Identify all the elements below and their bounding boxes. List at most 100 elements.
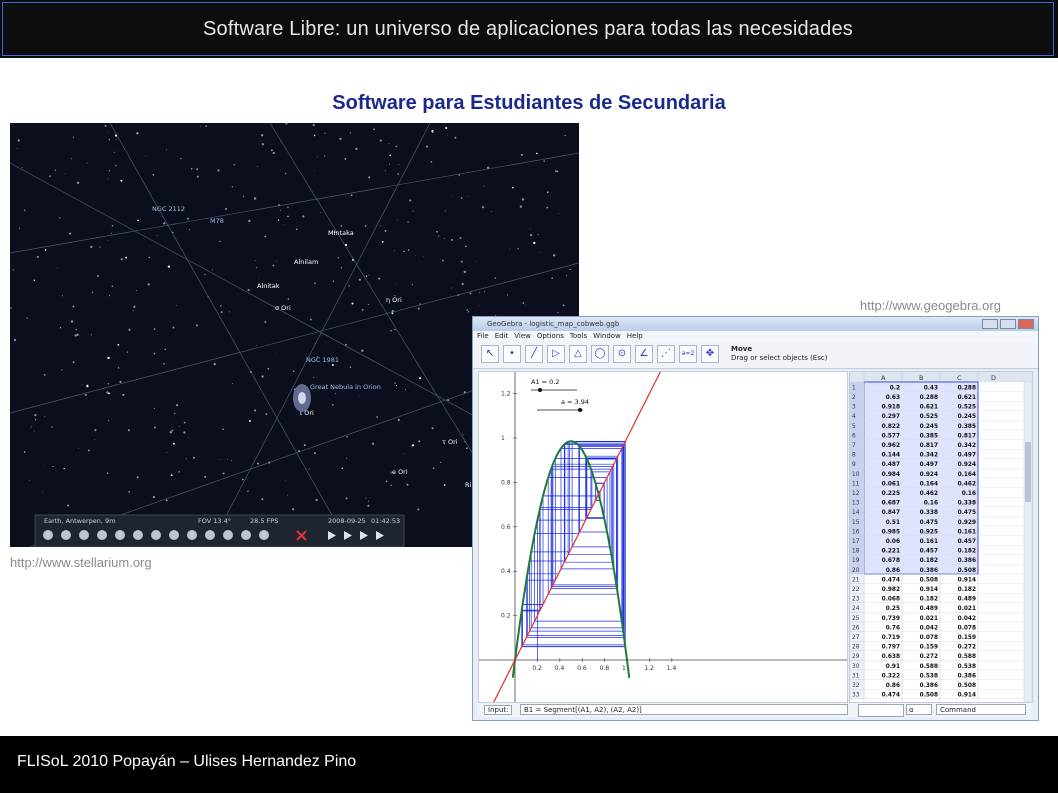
row-number[interactable]: 15 [852, 520, 860, 526]
row-number[interactable]: 26 [852, 625, 860, 631]
spreadsheet-cell[interactable]: 0.322 [882, 673, 900, 679]
spreadsheet-cell[interactable]: 0.338 [920, 510, 938, 516]
spreadsheet-cell[interactable]: 0.475 [920, 520, 938, 526]
spreadsheet-cell[interactable]: 0.16 [924, 501, 938, 507]
spreadsheet-cell[interactable]: 0.159 [920, 645, 938, 651]
row-number[interactable]: 19 [852, 558, 860, 564]
row-number[interactable]: 16 [852, 529, 860, 535]
row-number[interactable]: 9 [852, 462, 856, 468]
row-number[interactable]: 11 [852, 481, 860, 487]
spreadsheet-cell[interactable]: 0.042 [958, 616, 976, 622]
spreadsheet-cell[interactable]: 0.51 [886, 520, 900, 526]
spreadsheet-cell[interactable]: 0.342 [920, 453, 938, 459]
stellarium-tool-icon[interactable] [79, 530, 89, 540]
column-header[interactable]: A [881, 374, 886, 382]
spreadsheet-cell[interactable]: 0.621 [958, 395, 976, 401]
spreadsheet-cell[interactable]: 0.182 [958, 587, 976, 593]
spreadsheet-cell[interactable]: 0.508 [958, 683, 976, 689]
spreadsheet-cell[interactable]: 0.2 [890, 385, 900, 391]
spreadsheet-cell[interactable]: 0.822 [882, 424, 900, 430]
spreadsheet-cell[interactable]: 0.687 [882, 501, 900, 507]
stellarium-tool-icon[interactable] [133, 530, 143, 540]
spreadsheet-cell[interactable]: 0.678 [882, 558, 900, 564]
stellarium-tool-icon[interactable] [205, 530, 215, 540]
spreadsheet-cell[interactable]: 0.982 [882, 587, 900, 593]
spreadsheet-grid[interactable]: A B C D1 0.2 0.43 0.2882 0.63 0.288 0.6213 0.918 0.… [850, 372, 1032, 702]
spreadsheet-cell[interactable]: 0.924 [920, 472, 938, 478]
row-number[interactable]: 5 [852, 424, 856, 430]
spreadsheet-cell[interactable]: 0.739 [882, 616, 900, 622]
spreadsheet-cell[interactable]: 0.25 [886, 606, 900, 612]
spreadsheet-cell[interactable]: 0.985 [882, 529, 900, 535]
spreadsheet-cell[interactable]: 0.042 [920, 625, 938, 631]
spreadsheet-cell[interactable]: 0.817 [920, 443, 938, 449]
row-number[interactable]: 3 [852, 405, 856, 411]
spreadsheet-cell[interactable]: 0.272 [958, 645, 976, 651]
row-number[interactable]: 32 [852, 683, 860, 689]
spreadsheet-cell[interactable]: 0.86 [886, 683, 900, 689]
spreadsheet-cell[interactable]: 0.925 [920, 529, 938, 535]
spreadsheet-cell[interactable]: 0.338 [958, 501, 976, 507]
spreadsheet-cell[interactable]: 0.508 [920, 577, 938, 583]
spreadsheet-cell[interactable]: 0.91 [886, 664, 900, 670]
row-number[interactable]: 6 [852, 433, 856, 439]
spreadsheet-cell[interactable]: 0.385 [958, 424, 976, 430]
spreadsheet-cell[interactable]: 0.538 [958, 664, 976, 670]
row-number[interactable]: 4 [852, 414, 856, 420]
spreadsheet-cell[interactable]: 0.475 [958, 510, 976, 516]
stellarium-tool-icon[interactable] [115, 530, 125, 540]
spreadsheet-cell[interactable]: 0.63 [886, 395, 900, 401]
column-header[interactable]: B [919, 374, 923, 382]
menu-item[interactable]: View [514, 331, 531, 342]
spreadsheet-cell[interactable]: 0.272 [920, 654, 938, 660]
graphics-canvas[interactable]: 1.2 1 0.8 0.6 0.4 0.2 0.2 0.4 0.6 0.8 1 1.2 1.4 A1 = … [479, 371, 847, 720]
spreadsheet-cell[interactable]: 0.221 [882, 549, 900, 555]
spreadsheet-cell[interactable]: 0.588 [958, 654, 976, 660]
stellarium-tool-icon[interactable] [259, 530, 269, 540]
spreadsheet-cell[interactable]: 0.457 [920, 549, 938, 555]
spreadsheet-cell[interactable]: 0.525 [958, 405, 976, 411]
spreadsheet-cell[interactable]: 0.918 [882, 405, 900, 411]
spreadsheet-cell[interactable]: 0.164 [958, 472, 976, 478]
menu-item[interactable]: Options [537, 331, 564, 342]
spreadsheet-cell[interactable]: 0.144 [882, 453, 900, 459]
tool-button[interactable]: ✥ [701, 345, 719, 363]
row-number[interactable]: 31 [852, 673, 860, 679]
spreadsheet-cell[interactable]: 0.914 [958, 693, 976, 699]
spreadsheet-cell[interactable]: 0.386 [958, 673, 976, 679]
logistic-curve[interactable] [511, 440, 631, 678]
spreadsheet-cell[interactable]: 0.386 [920, 683, 938, 689]
column-header[interactable]: C [957, 374, 962, 382]
spreadsheet-cell[interactable]: 0.474 [882, 577, 900, 583]
stellarium-tool-icon[interactable] [97, 530, 107, 540]
tool-button[interactable]: a=2 [679, 345, 697, 363]
spreadsheet-cell[interactable]: 0.078 [958, 625, 976, 631]
row-number[interactable]: 27 [852, 635, 860, 641]
spreadsheet-cell[interactable]: 0.508 [958, 568, 976, 574]
spreadsheet-cell[interactable]: 0.817 [958, 433, 976, 439]
spreadsheet-cell[interactable]: 0.245 [920, 424, 938, 430]
spreadsheet-cell[interactable]: 0.487 [882, 462, 900, 468]
row-number[interactable]: 1 [852, 385, 856, 391]
spreadsheet-cell[interactable]: 0.497 [958, 453, 976, 459]
stellarium-tool-icon[interactable] [187, 530, 197, 540]
spreadsheet-cell[interactable]: 0.457 [958, 539, 976, 545]
spreadsheet-cell[interactable]: 0.385 [920, 433, 938, 439]
spreadsheet-cell[interactable]: 0.061 [882, 481, 900, 487]
row-number[interactable]: 14 [852, 510, 860, 516]
spreadsheet-cell[interactable]: 0.288 [958, 385, 976, 391]
greek-dropdown[interactable]: α [906, 704, 932, 715]
spreadsheet-cell[interactable]: 0.462 [920, 491, 938, 497]
row-number[interactable]: 13 [852, 501, 860, 507]
spreadsheet-cell[interactable]: 0.386 [920, 568, 938, 574]
spreadsheet-cell[interactable]: 0.245 [958, 414, 976, 420]
spreadsheet-cell[interactable]: 0.914 [920, 587, 938, 593]
command-dropdown[interactable]: Command [936, 704, 1026, 715]
spreadsheet-cell[interactable]: 0.342 [958, 443, 976, 449]
spreadsheet-cell[interactable]: 0.797 [882, 645, 900, 651]
row-number[interactable]: 20 [852, 568, 860, 574]
maximize-button[interactable] [1000, 319, 1016, 329]
row-number[interactable]: 22 [852, 587, 860, 593]
spreadsheet-cell[interactable]: 0.06 [886, 539, 900, 545]
spreadsheet-cell[interactable]: 0.577 [882, 433, 900, 439]
